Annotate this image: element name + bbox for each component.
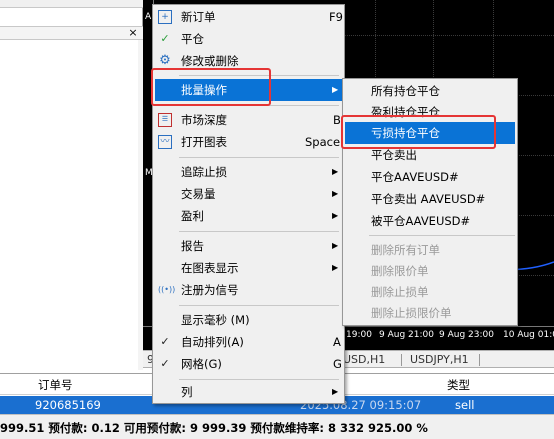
close-icon[interactable]: ×	[126, 26, 140, 40]
menu-separator	[179, 305, 339, 306]
submenu-item-close-profitable[interactable]: 盈利持仓平仓	[345, 101, 515, 123]
submenu-arrow-icon: ▶	[332, 263, 339, 272]
submenu-item-close-sell-symbol[interactable]: 平仓卖出 AAVEUSD#	[345, 188, 515, 210]
tab-separator	[401, 354, 402, 366]
navigator-panel	[0, 0, 143, 370]
depth-grid-icon: ☰	[158, 113, 172, 127]
chart-tab-usd[interactable]: USD,H1	[339, 352, 389, 367]
submenu-item-delete-all-orders: 删除所有订单	[371, 243, 440, 257]
column-order[interactable]: 订单号	[38, 377, 73, 393]
menu-item-register-signal[interactable]: ((•)) 注册为信号	[155, 279, 342, 301]
submenu-arrow-icon: ▶	[332, 387, 339, 396]
submenu-item-delete-limit: 删除限价单	[371, 264, 429, 278]
menu-item-auto-arrange[interactable]: ✓ 自动排列(A) A	[155, 331, 342, 353]
menu-item-volume[interactable]: 交易量 ▶	[155, 183, 342, 205]
submenu-arrow-icon: ▶	[332, 211, 339, 220]
tab-separator	[479, 354, 480, 366]
navigator-topbar	[0, 0, 143, 8]
order-number: 920685169	[35, 398, 101, 412]
signal-icon: ((•))	[158, 285, 176, 294]
submenu-arrow-icon: ▶	[332, 241, 339, 250]
menu-separator	[369, 235, 515, 236]
gear-icon: ⚙	[159, 53, 171, 68]
submenu-item-delete-stop-limit: 删除止损限价单	[371, 306, 452, 320]
submenu-item-close-sell[interactable]: 平仓卖出	[345, 144, 515, 166]
submenu-item-close-all[interactable]: 所有持仓平仓	[345, 80, 515, 102]
chart-marker: A	[145, 12, 152, 22]
menu-separator	[179, 379, 339, 380]
menu-item-modify-delete[interactable]: ⚙ 修改或删除	[155, 50, 342, 72]
menu-item-new-order[interactable]: + 新订单 F9	[155, 6, 343, 28]
submenu-item-close-losing[interactable]: 亏损持仓平仓	[345, 122, 515, 144]
menu-item-open-chart[interactable]: 〰 打开图表 Space	[155, 131, 342, 153]
menu-item-show-milliseconds[interactable]: 显示毫秒 (M)	[155, 309, 342, 331]
plus-doc-icon: +	[158, 10, 172, 24]
chart-tab-usdjpy[interactable]: USDJPY,H1	[406, 352, 473, 367]
line-chart-icon: 〰	[158, 135, 172, 149]
checkmark-icon: ✓	[160, 335, 170, 348]
menu-item-profit[interactable]: 盈利 ▶	[155, 205, 342, 227]
order-type: sell	[455, 398, 475, 412]
navigator-header	[0, 26, 143, 40]
submenu-arrow-icon: ▶	[332, 167, 339, 176]
time-label: 19:00	[346, 330, 372, 340]
submenu-arrow-icon: ▶	[332, 85, 339, 94]
menu-separator	[179, 105, 339, 106]
time-label: 9 Aug 23:00	[439, 330, 494, 340]
menu-item-market-depth[interactable]: ☰ 市场深度 B	[155, 109, 342, 131]
menu-item-trailing-stop[interactable]: 追踪止损 ▶	[155, 161, 342, 183]
menu-item-show-on-chart[interactable]: 在图表显示 ▶	[155, 257, 342, 279]
account-status-bar: 999.51 预付款: 0.12 可用预付款: 9 999.39 预付款维持率:…	[0, 414, 554, 439]
submenu-item-close-by-symbol[interactable]: 被平仓AAVEUSD#	[345, 210, 515, 232]
column-type[interactable]: 类型	[447, 377, 470, 393]
menu-separator	[179, 157, 339, 158]
menu-item-columns[interactable]: 列 ▶	[155, 381, 342, 403]
menu-item-batch-operations[interactable]: 批量操作 ▶	[155, 79, 342, 101]
checkmark-icon: ✓	[160, 357, 170, 370]
check-icon: ✓	[160, 32, 170, 45]
batch-submenu: 所有持仓平仓 盈利持仓平仓 亏损持仓平仓 平仓卖出 平仓AAVEUSD# 平仓卖…	[342, 78, 518, 326]
menu-item-report[interactable]: 报告 ▶	[155, 235, 342, 257]
menu-item-grid[interactable]: ✓ 网格(G) G	[155, 353, 342, 375]
submenu-item-delete-stop: 删除止损单	[371, 285, 429, 299]
time-label: 10 Aug 01:00	[503, 330, 554, 340]
submenu-item-close-symbol[interactable]: 平仓AAVEUSD#	[345, 166, 515, 188]
submenu-arrow-icon: ▶	[332, 189, 339, 198]
menu-separator	[179, 75, 339, 76]
time-label: 9 Aug 21:00	[379, 330, 434, 340]
menu-item-close-position[interactable]: ✓ 平仓	[155, 28, 342, 50]
context-menu: + 新订单 F9 ✓ 平仓 ⚙ 修改或删除 批量操作 ▶ ☰ 市场深度 B 〰 …	[152, 4, 345, 404]
account-status-text: 999.51 预付款: 0.12 可用预付款: 9 999.39 预付款维持率:…	[0, 421, 428, 435]
menu-separator	[179, 231, 339, 232]
